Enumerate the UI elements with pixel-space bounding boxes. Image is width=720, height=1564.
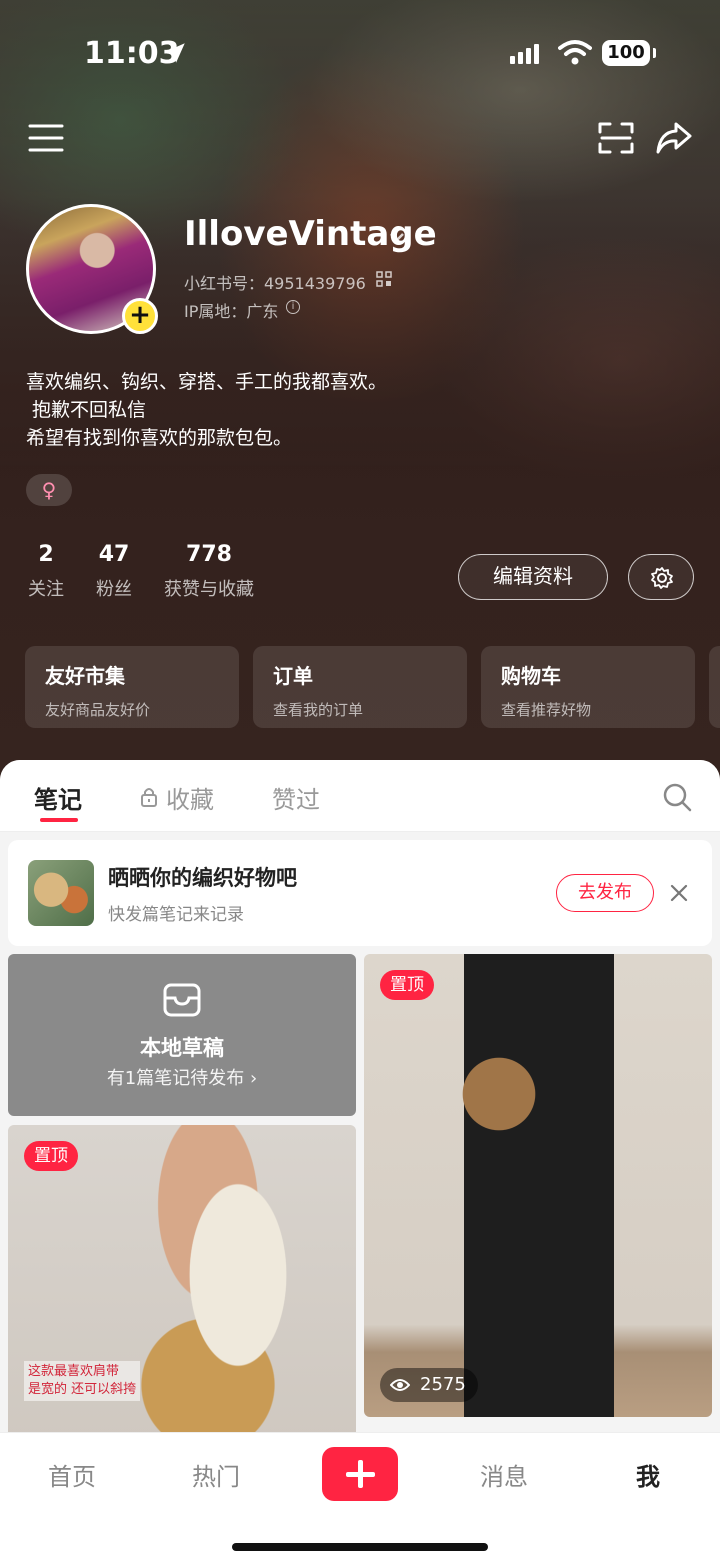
tab-notes[interactable]: 笔记 xyxy=(34,780,82,815)
profile-bio: 喜欢编织、钩织、穿搭、手工的我都喜欢。 抱歉不回私信 希望有找到你喜欢的那款包包… xyxy=(26,371,388,449)
note-card-pinned-left[interactable]: 置顶 这款最喜欢肩带 是宽的 还可以斜挎 xyxy=(8,1125,356,1440)
stat-label: 关注 xyxy=(28,579,64,600)
tab-collections[interactable]: 收藏 xyxy=(166,780,214,815)
card-subtitle: 查看我的订单 xyxy=(273,701,364,719)
create-post-button[interactable] xyxy=(322,1447,398,1501)
view-count: 2575 xyxy=(380,1368,478,1402)
search-icon[interactable] xyxy=(662,782,692,812)
service-card-partial[interactable] xyxy=(709,646,720,728)
stat-value: 778 xyxy=(186,542,232,567)
tab-liked[interactable]: 赞过 xyxy=(272,780,320,815)
bottom-nav: 首页 热门 消息 我 xyxy=(0,1432,720,1564)
status-bar: 11:03 100 xyxy=(0,28,720,78)
service-card-orders[interactable]: 订单 查看我的订单 xyxy=(253,646,467,728)
publish-prompt-card: 晒晒你的编织好物吧 快发篇笔记来记录 去发布 xyxy=(8,840,712,946)
post-image-caption: 这款最喜欢肩带 是宽的 还可以斜挎 xyxy=(24,1361,141,1401)
lock-icon xyxy=(141,788,157,807)
qr-code-icon[interactable] xyxy=(376,271,392,287)
close-icon[interactable] xyxy=(670,884,688,902)
info-icon[interactable]: i xyxy=(286,300,300,314)
profile-header: 11:03 100 + IlloveVintage 小红书号：495143979… xyxy=(0,0,720,790)
card-title: 订单 xyxy=(273,664,313,688)
edit-profile-button[interactable]: 编辑资料 xyxy=(458,554,608,600)
battery-indicator: 100 xyxy=(602,40,656,66)
content-tabs: 笔记 收藏 赞过 xyxy=(0,760,720,832)
pinned-badge: 置顶 xyxy=(380,970,434,1000)
card-title: 购物车 xyxy=(501,664,561,688)
promo-subtitle: 快发篇笔记来记录 xyxy=(108,905,244,925)
stat-value: 2 xyxy=(38,542,54,567)
stat-followers[interactable]: 47 粉丝 xyxy=(92,542,136,601)
nav-me[interactable]: 我 xyxy=(598,1457,698,1492)
chevron-down-icon[interactable] xyxy=(388,230,406,244)
note-card-pinned-right[interactable]: 置顶 2575 xyxy=(364,954,712,1417)
share-icon[interactable] xyxy=(654,118,694,158)
stat-label: 获赞与收藏 xyxy=(164,579,254,600)
service-card-cart[interactable]: 购物车 查看推荐好物 xyxy=(481,646,695,728)
view-count-value: 2575 xyxy=(420,1374,466,1395)
nav-messages[interactable]: 消息 xyxy=(454,1457,554,1492)
service-card-market[interactable]: 友好市集 友好商品友好价 xyxy=(25,646,239,728)
local-drafts-card[interactable]: 本地草稿 有1篇笔记待发布 › xyxy=(8,954,356,1116)
promo-title: 晒晒你的编织好物吧 xyxy=(108,866,297,890)
add-avatar-icon[interactable]: + xyxy=(122,298,158,334)
cellular-signal-icon xyxy=(510,44,542,64)
nav-home[interactable]: 首页 xyxy=(22,1457,122,1492)
draft-subtitle: 有1篇笔记待发布 › xyxy=(106,1068,258,1089)
content-sheet: 笔记 收藏 赞过 晒晒你的编织好物吧 快发篇笔记来记录 去发布 本地草稿 有1篇… xyxy=(0,760,720,1440)
stat-label: 粉丝 xyxy=(96,579,132,600)
eye-icon xyxy=(390,1379,410,1391)
gear-icon xyxy=(651,567,673,589)
stat-following[interactable]: 2 关注 xyxy=(26,542,66,601)
location-arrow-icon xyxy=(165,43,185,63)
draft-title: 本地草稿 xyxy=(140,1036,224,1060)
stat-value: 47 xyxy=(98,542,130,567)
menu-icon[interactable] xyxy=(26,118,66,158)
gender-female-icon: ♀ xyxy=(26,474,72,506)
nav-hot[interactable]: 热门 xyxy=(166,1457,266,1492)
settings-button[interactable] xyxy=(628,554,694,600)
ip-location: IP属地：广东 xyxy=(184,302,279,321)
wifi-icon xyxy=(558,40,592,65)
card-subtitle: 友好商品友好价 xyxy=(45,701,151,719)
stat-likes-collections[interactable]: 778 获赞与收藏 xyxy=(160,542,258,601)
scan-icon[interactable] xyxy=(596,118,636,158)
avatar-container[interactable]: + xyxy=(26,204,158,334)
home-indicator[interactable] xyxy=(232,1543,488,1551)
pinned-badge: 置顶 xyxy=(24,1141,78,1171)
card-subtitle: 查看推荐好物 xyxy=(501,701,592,719)
publish-button[interactable]: 去发布 xyxy=(556,874,654,912)
inbox-icon xyxy=(163,983,201,1017)
user-id: 小红书号：4951439796 xyxy=(184,274,366,293)
card-title: 友好市集 xyxy=(45,664,125,688)
promo-thumbnail xyxy=(28,860,94,926)
active-tab-indicator xyxy=(40,818,78,822)
